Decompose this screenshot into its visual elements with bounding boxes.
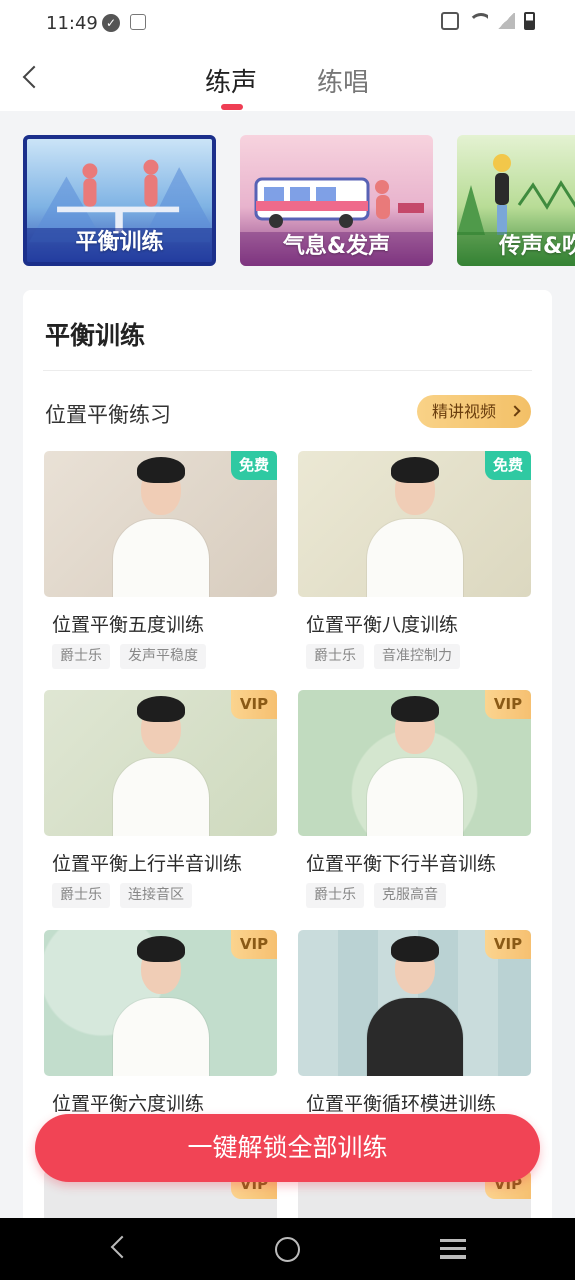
- course-name: 位置平衡循环模进训练: [306, 1093, 497, 1115]
- course-tag: 爵士乐: [306, 644, 364, 669]
- signal-icon: [497, 13, 515, 29]
- unlock-all-button[interactable]: 一键解锁全部训练: [35, 1114, 540, 1182]
- video-button-label: 精讲视频: [432, 402, 497, 421]
- panel-title: 平衡训练: [45, 321, 146, 350]
- section-title: 位置平衡练习: [45, 403, 171, 427]
- category-card-breath[interactable]: 气息&发声: [240, 135, 433, 266]
- vibrate-icon: [441, 12, 459, 30]
- course-tag: 发声平稳度: [120, 644, 206, 669]
- course-thumbnail: VIP: [44, 930, 277, 1076]
- tab-voice-practice[interactable]: 练声: [205, 62, 257, 99]
- course-thumbnail: VIP: [298, 930, 531, 1076]
- check-circle-icon: ✓: [102, 14, 120, 32]
- course-card[interactable]: VIP 位置平衡六度训练: [44, 930, 277, 1115]
- back-arrow-icon[interactable]: [16, 62, 46, 92]
- course-name: 位置平衡六度训练: [52, 1093, 205, 1115]
- featured-video-button[interactable]: 精讲视频: [417, 395, 531, 428]
- tab-singing-practice[interactable]: 练唱: [317, 62, 369, 99]
- course-tag: 爵士乐: [306, 883, 364, 908]
- vip-badge: VIP: [485, 930, 531, 959]
- instructor-photo: [355, 455, 475, 597]
- wifi-icon: [468, 13, 488, 29]
- course-thumbnail: 免费: [298, 451, 531, 597]
- course-card[interactable]: VIP 位置平衡下行半音训练 爵士乐 克服高音: [298, 690, 531, 908]
- tab-indicator: [221, 104, 243, 110]
- vip-badge: VIP: [231, 690, 277, 719]
- nav-home-icon[interactable]: [275, 1237, 300, 1262]
- system-nav-bar: [0, 1218, 575, 1280]
- status-bar: 11:49 ✓: [0, 0, 575, 48]
- course-name: 位置平衡五度训练: [52, 614, 205, 636]
- course-tag: 连接音区: [120, 883, 192, 908]
- vip-badge: VIP: [231, 930, 277, 959]
- nav-menu-icon[interactable]: [440, 1239, 466, 1259]
- training-panel: 平衡训练 位置平衡练习 精讲视频 免费 位置平衡五度训练 爵士乐 发声平稳度 免…: [23, 290, 552, 1280]
- instructor-photo: [101, 694, 221, 836]
- course-thumbnail: VIP: [44, 690, 277, 836]
- instructor-photo: [101, 455, 221, 597]
- category-card-balance[interactable]: 平衡训练: [23, 135, 216, 266]
- nav-back-icon[interactable]: [110, 1235, 134, 1259]
- course-card[interactable]: VIP 位置平衡上行半音训练 爵士乐 连接音区: [44, 690, 277, 908]
- course-tag: 音准控制力: [374, 644, 460, 669]
- course-name: 位置平衡上行半音训练: [52, 853, 243, 875]
- course-name: 位置平衡下行半音训练: [306, 853, 497, 875]
- course-tag: 爵士乐: [52, 644, 110, 669]
- course-card[interactable]: 免费 位置平衡五度训练 爵士乐 发声平稳度: [44, 451, 277, 669]
- course-tag: 克服高音: [374, 883, 446, 908]
- chevron-right-icon: [509, 405, 521, 417]
- free-badge: 免费: [485, 451, 531, 480]
- vip-badge: VIP: [485, 690, 531, 719]
- course-thumbnail: 免费: [44, 451, 277, 597]
- free-badge: 免费: [231, 451, 277, 480]
- divider: [43, 370, 532, 371]
- instructor-photo: [355, 934, 475, 1076]
- course-card[interactable]: VIP 位置平衡循环模进训练: [298, 930, 531, 1115]
- course-thumbnail: VIP: [298, 690, 531, 836]
- course-card[interactable]: 免费 位置平衡八度训练 爵士乐 音准控制力: [298, 451, 531, 669]
- instructor-photo: [101, 934, 221, 1076]
- header: 练声 练唱: [0, 48, 575, 111]
- course-tag: 爵士乐: [52, 883, 110, 908]
- status-time: 11:49: [46, 13, 98, 34]
- notification-icon: [130, 14, 146, 30]
- category-label: 传声&吹: [499, 234, 575, 259]
- course-name: 位置平衡八度训练: [306, 614, 459, 636]
- category-label: 平衡训练: [75, 230, 164, 255]
- category-label: 气息&发声: [282, 234, 391, 259]
- instructor-photo: [355, 694, 475, 836]
- battery-icon: [524, 12, 535, 30]
- category-card-projection[interactable]: 传声&吹: [457, 135, 575, 266]
